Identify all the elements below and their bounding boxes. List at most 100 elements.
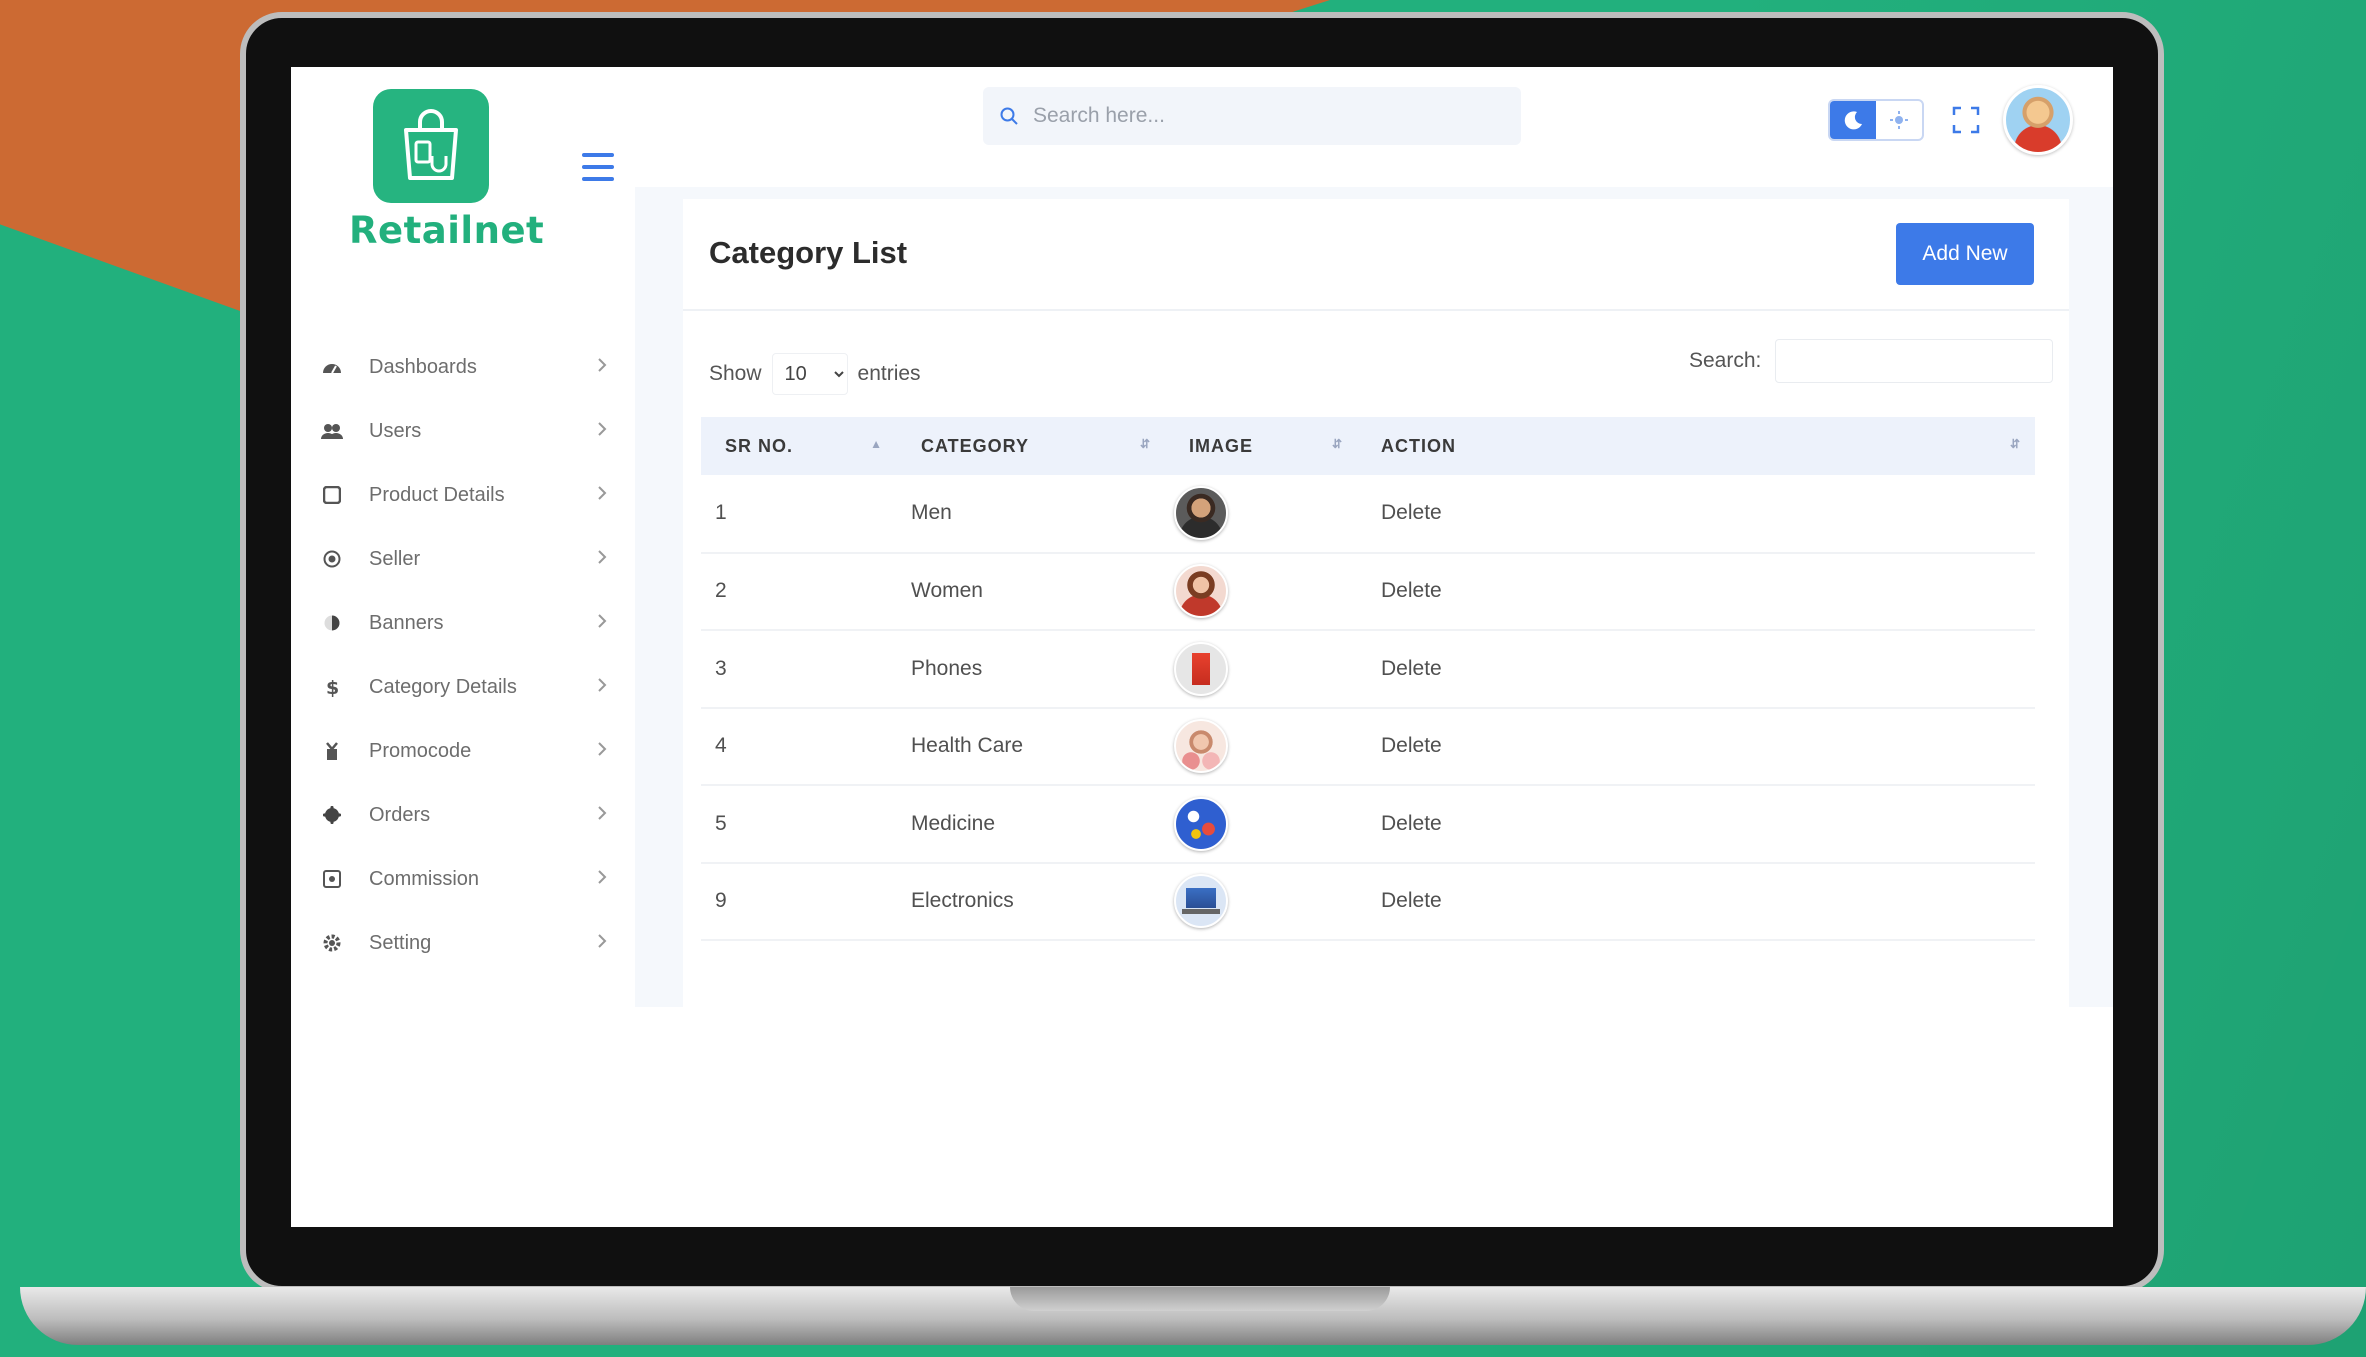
sidebar-item-commission[interactable]: Commission <box>321 847 611 911</box>
column-header-sr-no[interactable]: SR NO. ▲ <box>701 417 897 475</box>
orders-icon <box>321 804 343 826</box>
sidebar-item-product-details[interactable]: Product Details <box>321 463 611 527</box>
logo[interactable] <box>373 89 489 203</box>
table-search-input[interactable] <box>1775 339 2054 383</box>
column-header-image[interactable]: IMAGE ⇵ <box>1165 417 1357 475</box>
sidebar-item-label: Product Details <box>369 483 505 506</box>
laptop-image <box>1174 874 1228 929</box>
chevron-right-icon <box>598 934 607 948</box>
table-search: Search: <box>1689 339 2054 383</box>
entries-select[interactable]: 10 <box>771 353 848 395</box>
commission-icon <box>321 868 343 890</box>
gear-icon <box>321 932 343 954</box>
sr-no-cell: 9 <box>701 862 897 941</box>
category-cell: Electronics <box>897 862 1165 941</box>
users-icon <box>321 420 343 442</box>
delete-link[interactable]: Delete <box>1381 501 1442 524</box>
add-new-button[interactable]: Add New <box>1896 223 2034 285</box>
theme-toggle[interactable] <box>1828 99 1924 141</box>
image-cell <box>1165 630 1357 709</box>
chevron-right-icon <box>598 550 607 564</box>
dashboard-icon <box>321 356 343 378</box>
health-care-image <box>1174 719 1228 774</box>
brand-name: Retailnet <box>349 209 545 252</box>
sidebar-menu: Dashboards Users Product Details Seller … <box>321 335 611 975</box>
gift-icon <box>321 740 343 762</box>
sr-no-cell: 4 <box>701 707 897 786</box>
page-title: Category List <box>709 235 908 270</box>
banner-icon <box>321 612 343 634</box>
category-list-card: Category List Add New Show 10 entries Se… <box>683 199 2069 1227</box>
sr-no-cell: 1 <box>701 475 897 554</box>
sidebar-item-setting[interactable]: Setting <box>321 911 611 975</box>
dollar-icon: $ <box>321 676 343 698</box>
fullscreen-icon[interactable] <box>1951 105 1981 135</box>
sidebar-item-label: Setting <box>369 931 432 954</box>
image-cell <box>1165 707 1357 786</box>
sidebar: Retailnet Dashboards Users Product Detai… <box>291 67 631 1227</box>
show-label: Show <box>709 362 762 385</box>
sort-icon: ⇵ <box>1139 437 1151 451</box>
sidebar-item-label: Category Details <box>369 675 517 698</box>
chevron-right-icon <box>598 614 607 628</box>
sidebar-item-label: Seller <box>369 547 421 570</box>
delete-link[interactable]: Delete <box>1381 812 1442 835</box>
table-row: 5 Medicine Delete <box>701 785 2035 864</box>
global-search[interactable] <box>983 87 1521 145</box>
category-cell: Men <box>897 475 1165 554</box>
category-table: SR NO. ▲ CATEGORY ⇵ IMAGE ⇵ ACTION ⇵ 1 Men D… <box>701 417 2035 941</box>
sidebar-item-label: Dashboards <box>369 355 477 378</box>
column-header-action[interactable]: ACTION ⇵ <box>1357 417 2035 475</box>
delete-link[interactable]: Delete <box>1381 734 1442 757</box>
column-header-category[interactable]: CATEGORY ⇵ <box>897 417 1165 475</box>
sr-no-cell: 2 <box>701 552 897 631</box>
sidebar-item-label: Banners <box>369 611 444 634</box>
sidebar-item-category-details[interactable]: $ Category Details <box>321 655 611 719</box>
user-avatar[interactable] <box>2003 85 2073 155</box>
sidebar-item-orders[interactable]: Orders <box>321 783 611 847</box>
sidebar-item-dashboards[interactable]: Dashboards <box>321 335 611 399</box>
chevron-right-icon <box>598 742 607 756</box>
chevron-right-icon <box>598 422 607 436</box>
global-search-input[interactable] <box>1033 104 1493 128</box>
table-search-label: Search: <box>1689 349 1762 372</box>
medicine-pills-image <box>1174 796 1228 851</box>
sort-icon: ⇵ <box>1331 437 1343 451</box>
table-row: 3 Phones Delete <box>701 630 2035 709</box>
red-phone-image <box>1174 641 1228 696</box>
sidebar-item-label: Orders <box>369 803 431 826</box>
action-cell: Delete <box>1357 552 2035 631</box>
search-icon <box>1000 107 1018 125</box>
light-mode-button[interactable] <box>1876 101 1922 139</box>
delete-link[interactable]: Delete <box>1381 657 1442 680</box>
sr-no-cell: 5 <box>701 785 897 864</box>
sidebar-item-banners[interactable]: Banners <box>321 591 611 655</box>
sidebar-item-seller[interactable]: Seller <box>321 527 611 591</box>
man-portrait-image <box>1174 486 1228 541</box>
box-icon <box>321 484 343 506</box>
action-cell: Delete <box>1357 785 2035 864</box>
table-row: 4 Health Care Delete <box>701 707 2035 786</box>
sort-asc-icon: ▲ <box>870 437 883 451</box>
chevron-right-icon <box>598 870 607 884</box>
chevron-right-icon <box>598 358 607 372</box>
hamburger-menu-icon[interactable] <box>582 153 614 181</box>
table-row: 9 Electronics Delete <box>701 862 2035 941</box>
delete-link[interactable]: Delete <box>1381 579 1442 602</box>
sidebar-item-users[interactable]: Users <box>321 399 611 463</box>
action-cell: Delete <box>1357 630 2035 709</box>
chevron-right-icon <box>598 486 607 500</box>
image-cell <box>1165 862 1357 941</box>
sidebar-item-promocode[interactable]: Promocode <box>321 719 611 783</box>
category-cell: Medicine <box>897 785 1165 864</box>
action-cell: Delete <box>1357 707 2035 786</box>
sidebar-item-label: Users <box>369 419 422 442</box>
table-row: 2 Women Delete <box>701 552 2035 631</box>
dark-mode-button[interactable] <box>1830 101 1876 139</box>
sr-no-cell: 3 <box>701 630 897 709</box>
chevron-right-icon <box>598 806 607 820</box>
card-header: Category List Add New <box>683 199 2069 311</box>
delete-link[interactable]: Delete <box>1381 889 1442 912</box>
woman-portrait-image <box>1174 564 1228 619</box>
category-cell: Health Care <box>897 707 1165 786</box>
